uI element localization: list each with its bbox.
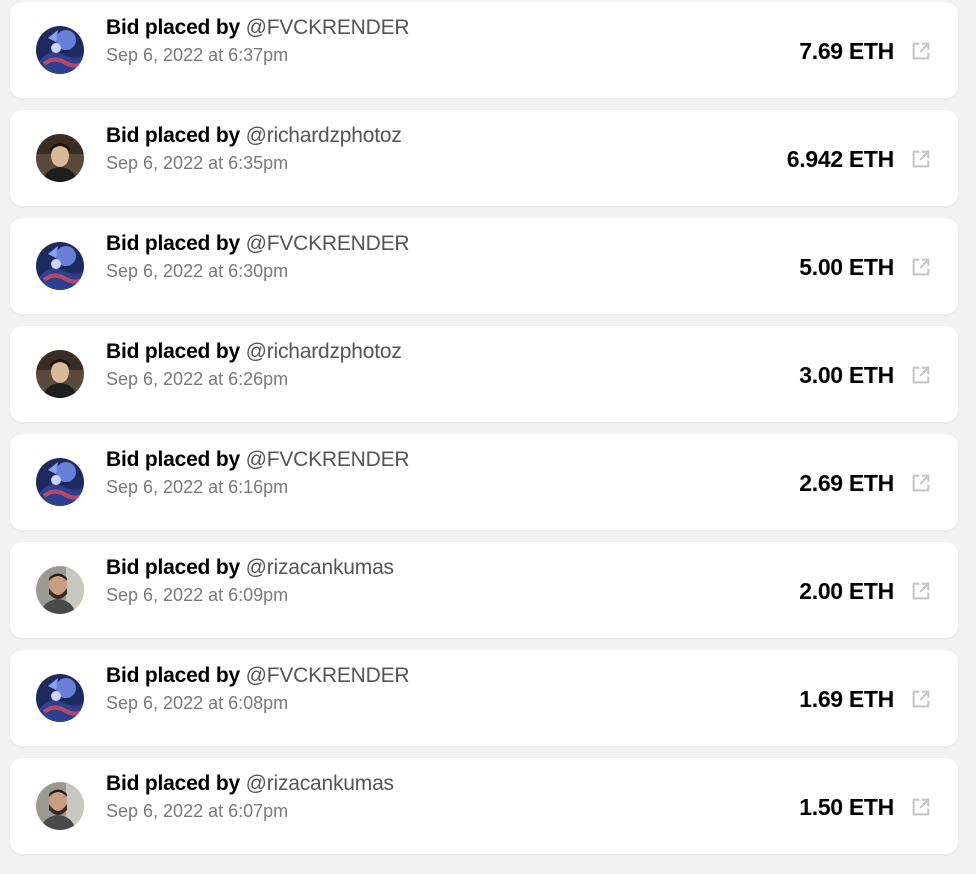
bid-timestamp: Sep 6, 2022 at 6:30pm <box>106 261 289 281</box>
bid-title: Bid placed by @rizacankumas <box>106 556 394 580</box>
external-link-icon[interactable] <box>910 256 932 278</box>
bid-timestamp: Sep 6, 2022 at 6:07pm <box>106 801 289 821</box>
bid-amount: 1.50 ETH <box>799 794 894 820</box>
bid-timestamp: Sep 6, 2022 at 6:35pm <box>106 153 289 173</box>
bid-label: Bid placed by <box>106 772 240 795</box>
bidder-username[interactable]: @rizacankumas <box>246 772 394 795</box>
bid-label: Bid placed by <box>106 556 240 579</box>
bidder-username[interactable]: @FVCKRENDER <box>246 232 410 255</box>
bid-title: Bid placed by @FVCKRENDER <box>106 16 410 40</box>
bidder-username[interactable]: @FVCKRENDER <box>246 16 410 39</box>
bid-row[interactable]: Bid placed by @richardzphotoz Sep 6, 202… <box>10 110 958 206</box>
avatar[interactable] <box>36 26 84 74</box>
bid-label: Bid placed by <box>106 16 240 39</box>
bid-row[interactable]: Bid placed by @FVCKRENDER Sep 6, 2022 at… <box>10 218 958 314</box>
bid-title: Bid placed by @rizacankumas <box>106 772 394 796</box>
bid-row[interactable]: Bid placed by @FVCKRENDER Sep 6, 2022 at… <box>10 434 958 530</box>
bid-row[interactable]: Bid placed by @rizacankumas Sep 6, 2022 … <box>10 542 958 638</box>
bid-history-list: Bid placed by @FVCKRENDER Sep 6, 2022 at… <box>0 0 976 874</box>
avatar[interactable] <box>36 458 84 506</box>
avatar[interactable] <box>36 566 84 614</box>
bid-amount: 2.69 ETH <box>799 470 894 496</box>
bid-title: Bid placed by @richardzphotoz <box>106 340 402 364</box>
bid-timestamp: Sep 6, 2022 at 6:16pm <box>106 477 289 497</box>
avatar[interactable] <box>36 134 84 182</box>
bid-label: Bid placed by <box>106 448 240 471</box>
bid-title: Bid placed by @FVCKRENDER <box>106 232 410 256</box>
bid-timestamp: Sep 6, 2022 at 6:26pm <box>106 369 289 389</box>
bid-row[interactable]: Bid placed by @FVCKRENDER Sep 6, 2022 at… <box>10 650 958 746</box>
bid-label: Bid placed by <box>106 340 240 363</box>
external-link-icon[interactable] <box>910 796 932 818</box>
bid-amount: 6.942 ETH <box>786 146 895 172</box>
bidder-username[interactable]: @richardzphotoz <box>246 124 402 147</box>
bid-timestamp: Sep 6, 2022 at 6:09pm <box>106 585 289 605</box>
bid-amount: 7.69 ETH <box>799 38 894 64</box>
avatar[interactable] <box>36 674 84 722</box>
avatar[interactable] <box>36 242 84 290</box>
bid-row[interactable]: Bid placed by @FVCKRENDER Sep 6, 2022 at… <box>10 2 958 98</box>
bid-timestamp: Sep 6, 2022 at 6:08pm <box>106 693 289 713</box>
external-link-icon[interactable] <box>910 364 932 386</box>
avatar[interactable] <box>36 782 84 830</box>
avatar[interactable] <box>36 350 84 398</box>
bidder-username[interactable]: @FVCKRENDER <box>246 664 410 687</box>
external-link-icon[interactable] <box>910 40 932 62</box>
bid-label: Bid placed by <box>106 664 240 687</box>
bid-row[interactable]: Bid placed by @rizacankumas Sep 6, 2022 … <box>10 758 958 854</box>
bid-timestamp: Sep 6, 2022 at 6:37pm <box>106 45 289 65</box>
external-link-icon[interactable] <box>910 580 932 602</box>
bid-title: Bid placed by @FVCKRENDER <box>106 664 410 688</box>
external-link-icon[interactable] <box>910 688 932 710</box>
bid-amount: 3.00 ETH <box>799 362 894 388</box>
bid-title: Bid placed by @richardzphotoz <box>106 124 402 148</box>
bidder-username[interactable]: @rizacankumas <box>246 556 394 579</box>
external-link-icon[interactable] <box>910 472 932 494</box>
external-link-icon[interactable] <box>910 148 932 170</box>
bid-amount: 2.00 ETH <box>799 578 894 604</box>
bid-amount: 1.69 ETH <box>799 686 894 712</box>
bid-title: Bid placed by @FVCKRENDER <box>106 448 410 472</box>
bidder-username[interactable]: @richardzphotoz <box>246 340 402 363</box>
bid-amount: 5.00 ETH <box>799 254 894 280</box>
bid-label: Bid placed by <box>106 232 240 255</box>
bid-row[interactable]: Bid placed by @richardzphotoz Sep 6, 202… <box>10 326 958 422</box>
bid-label: Bid placed by <box>106 124 240 147</box>
bidder-username[interactable]: @FVCKRENDER <box>246 448 410 471</box>
